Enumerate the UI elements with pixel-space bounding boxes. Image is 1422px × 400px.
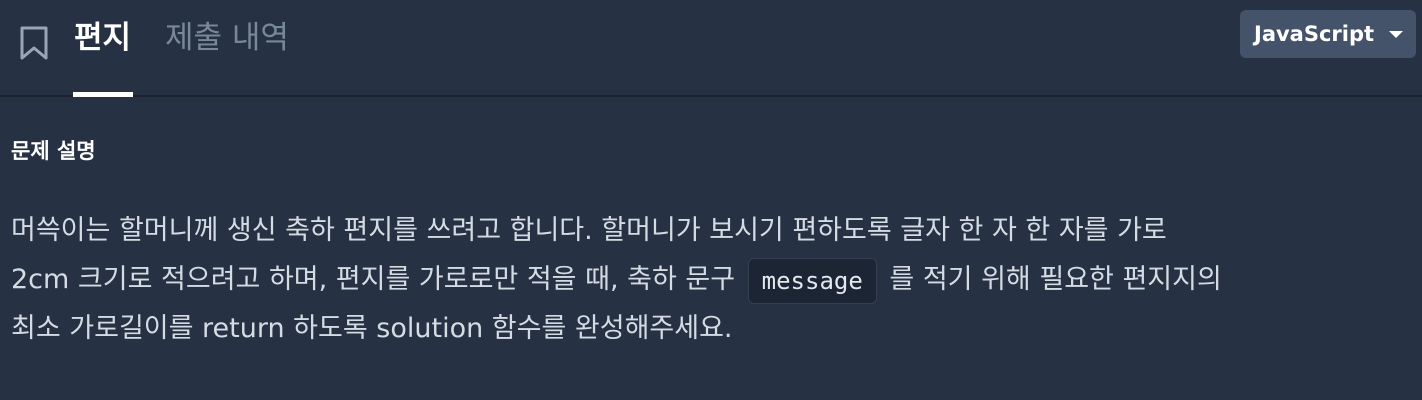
description-text: 를 적기 위해 필요한 편지지의 [889,264,1222,295]
problem-page: 편지 제출 내역 JavaScript 문제 설명 머쓱이는 할머니께 생신 축… [0,0,1422,400]
tab-letter[interactable]: 편지 [74,18,131,58]
inline-code: message [747,257,877,304]
description-text: 2cm 크기로 적으려고 하며, 편지를 가로로만 적을 때, 축하 문구 [11,264,736,295]
language-select[interactable]: JavaScript [1240,10,1416,58]
bookmark-icon[interactable] [19,26,49,60]
tab-submission-history[interactable]: 제출 내역 [165,18,289,58]
caret-down-icon [1389,31,1403,38]
problem-description: 머쓱이는 할머니께 생신 축하 편지를 쓰려고 합니다. 할머니가 보시기 편하… [11,200,1411,360]
language-select-value: JavaScript [1254,22,1375,46]
section-title: 문제 설명 [11,139,96,163]
active-tab-indicator [73,92,133,97]
header-bar: 편지 제출 내역 JavaScript [0,0,1422,97]
